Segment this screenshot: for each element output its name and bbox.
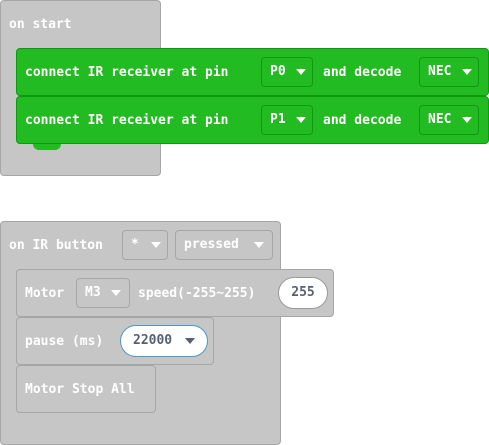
ir-button-dropdown[interactable]: * xyxy=(122,230,168,260)
ir-action-value: pressed xyxy=(184,237,239,252)
dropdown-caret-icon xyxy=(462,117,472,123)
motor-speed-block[interactable]: Motor M3 speed(-255~255) 255 xyxy=(16,269,334,323)
dropdown-caret-icon xyxy=(254,242,264,248)
ir-receiver-label: connect IR receiver at pin xyxy=(25,65,229,80)
and-decode-label: and decode xyxy=(323,65,402,80)
pause-block[interactable]: pause (ms) 22000 xyxy=(16,317,214,371)
block-notch xyxy=(33,144,61,150)
dropdown-caret-icon xyxy=(296,69,306,75)
pin-dropdown-2[interactable]: P1 xyxy=(261,105,313,135)
motor-stop-label: Motor Stop All xyxy=(25,382,135,397)
ir-button-value: * xyxy=(131,237,139,252)
speed-label: speed(-255~255) xyxy=(138,286,256,301)
pause-label: pause (ms) xyxy=(25,334,104,349)
motor-dropdown[interactable]: M3 xyxy=(76,278,130,308)
decoder-value: NEC xyxy=(428,64,452,79)
ir-receiver-label: connect IR receiver at pin xyxy=(25,113,229,128)
and-decode-label: and decode xyxy=(323,113,402,128)
decoder-dropdown-1[interactable]: NEC xyxy=(419,57,479,87)
dropdown-caret-icon xyxy=(185,338,195,344)
dropdown-caret-icon xyxy=(462,69,472,75)
dropdown-caret-icon xyxy=(111,290,121,296)
ir-receiver-block-1[interactable]: connect IR receiver at pin P0 and decode… xyxy=(16,48,489,102)
ir-action-dropdown[interactable]: pressed xyxy=(175,230,273,260)
speed-input[interactable]: 255 xyxy=(278,277,328,309)
motor-label: Motor xyxy=(25,286,65,301)
motor-value: M3 xyxy=(85,285,101,300)
pause-duration-dropdown[interactable]: 22000 xyxy=(120,325,208,357)
motor-stop-block[interactable]: Motor Stop All xyxy=(16,365,156,419)
pause-value: 22000 xyxy=(133,333,173,348)
on-start-label: on start xyxy=(9,17,72,32)
dropdown-caret-icon xyxy=(296,117,306,123)
dropdown-caret-icon xyxy=(151,242,161,248)
decoder-dropdown-2[interactable]: NEC xyxy=(419,105,479,135)
ir-receiver-block-2[interactable]: connect IR receiver at pin P1 and decode… xyxy=(16,96,489,150)
pin-value: P1 xyxy=(270,112,286,127)
pin-value: P0 xyxy=(270,64,286,79)
on-ir-button-label: on IR button xyxy=(9,238,103,253)
pin-dropdown-1[interactable]: P0 xyxy=(261,57,313,87)
decoder-value: NEC xyxy=(428,112,452,127)
block-notch xyxy=(33,413,61,419)
